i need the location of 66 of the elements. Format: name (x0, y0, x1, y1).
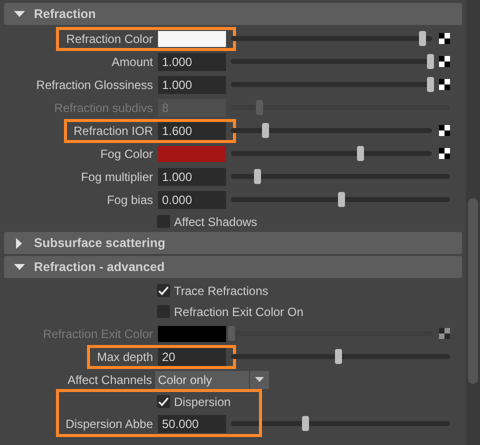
check-icon (158, 286, 169, 296)
checkbox-label: Affect Shadows (174, 214, 258, 230)
field-label: Fog bias (106, 192, 153, 208)
field-label: Fog Color (100, 146, 153, 162)
slider[interactable] (231, 77, 432, 92)
scrollbar-thumb[interactable] (468, 198, 478, 384)
slider[interactable] (231, 123, 432, 138)
slider[interactable] (231, 192, 450, 207)
number-field[interactable]: 50.000 (158, 414, 226, 432)
checker-map-icon[interactable] (439, 125, 450, 136)
checkbox-label: Dispersion (174, 394, 231, 410)
section-header[interactable]: Refraction - advanced (4, 256, 462, 278)
caret-icon (255, 377, 264, 382)
number-field[interactable]: 1.000 (158, 168, 226, 186)
section-title: Refraction (34, 6, 96, 23)
number-field[interactable]: 1.600 (158, 122, 226, 140)
field-label: Refraction IOR (74, 122, 153, 140)
checkbox[interactable] (157, 215, 170, 228)
slider[interactable] (231, 146, 432, 161)
field-label: Amount (112, 54, 153, 70)
slider-handle[interactable] (262, 123, 270, 138)
field-label: Affect Channels (68, 372, 152, 388)
checker-map-icon[interactable] (439, 148, 450, 159)
dropdown[interactable]: Color only (155, 370, 249, 388)
slider-handle[interactable] (302, 416, 310, 431)
slider-handle[interactable] (335, 349, 342, 364)
checker-map-icon[interactable] (439, 79, 450, 90)
slider-handle[interactable] (418, 31, 426, 46)
slider-handle[interactable] (426, 77, 434, 92)
number-field[interactable]: 0.000 (158, 190, 226, 208)
section-title: Subsurface scattering (34, 234, 166, 252)
slider[interactable] (231, 416, 450, 431)
slider-handle[interactable] (338, 192, 344, 207)
expanded-caret-icon (14, 11, 24, 17)
slider-handle[interactable] (356, 146, 364, 161)
checker-map-icon[interactable] (439, 33, 450, 44)
expanded-caret-icon (14, 264, 24, 270)
checkbox[interactable] (157, 284, 170, 297)
slider-handle[interactable] (254, 169, 262, 184)
check-icon (158, 396, 169, 406)
field-label: Max depth (96, 348, 153, 366)
section-header[interactable]: Refraction (4, 3, 462, 25)
checkbox[interactable] (157, 395, 170, 408)
slider[interactable] (231, 169, 450, 184)
field-label: Dispersion Abbe (66, 416, 153, 432)
collapsed-caret-icon (16, 238, 22, 248)
scrollbar[interactable] (466, 0, 480, 445)
section-title: Refraction - advanced (34, 258, 165, 276)
section-header[interactable]: Subsurface scattering (4, 232, 462, 254)
number-field[interactable]: 1.000 (158, 76, 226, 94)
checkbox-label: Trace Refractions (174, 282, 268, 300)
color-swatch[interactable] (158, 30, 226, 46)
checkbox[interactable] (157, 305, 170, 318)
slider[interactable] (231, 54, 432, 69)
slider-handle[interactable] (426, 54, 434, 69)
field-label: Refraction Color (66, 30, 153, 48)
slider[interactable] (231, 349, 450, 364)
slider[interactable] (231, 31, 432, 46)
number-field[interactable]: 1.000 (158, 52, 226, 70)
checkbox-label: Refraction Exit Color On (174, 304, 304, 320)
color-swatch[interactable] (158, 146, 226, 162)
number-field[interactable]: 20 (158, 348, 226, 366)
checker-map-icon[interactable] (439, 56, 450, 67)
field-label: Fog multiplier (80, 168, 153, 186)
field-label: Refraction Glossiness (36, 76, 153, 94)
dropdown-button[interactable] (250, 370, 269, 388)
